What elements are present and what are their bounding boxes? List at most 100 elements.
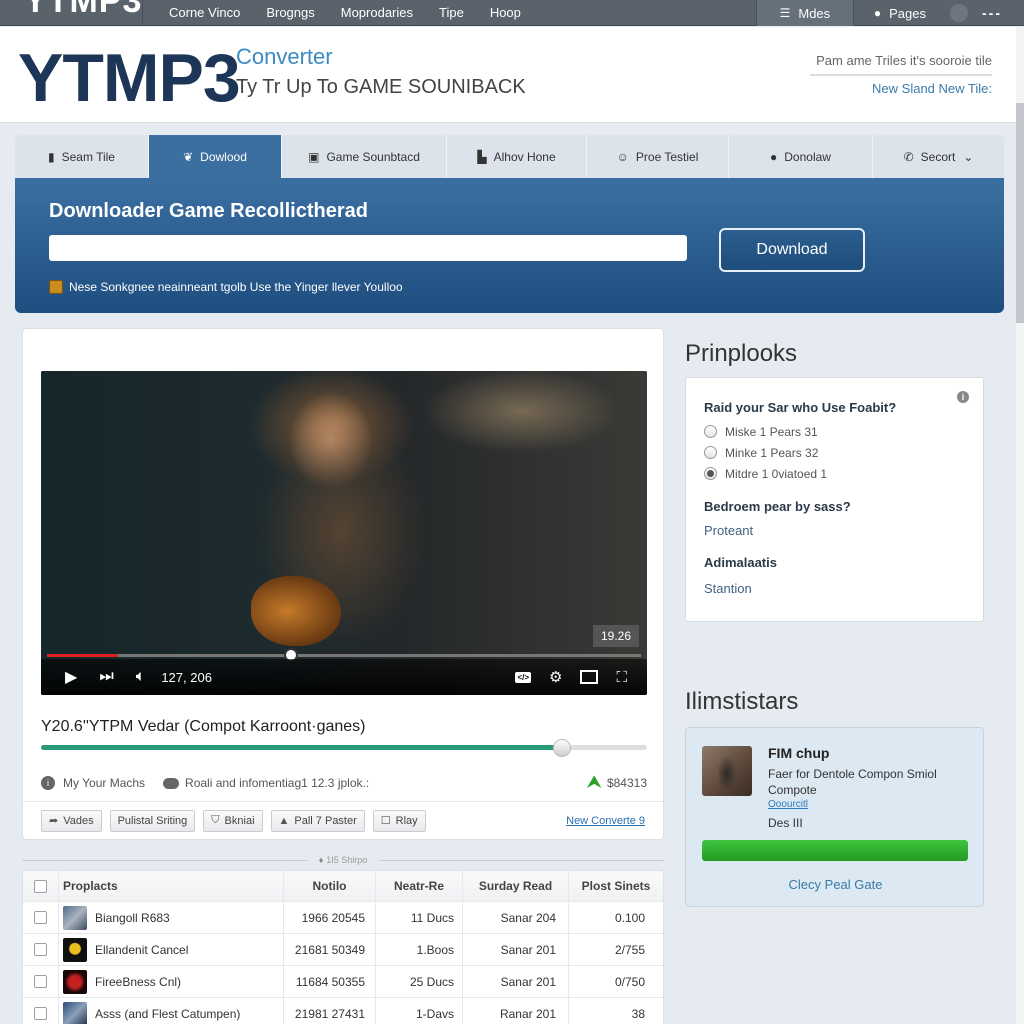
nav-link-4[interactable]: Tipe (439, 5, 464, 20)
video-player[interactable]: 19.26 ▶ ⏭ 🔈︎ 127, 206 </> ⚙ ⛶ (41, 371, 647, 695)
divider-line (379, 859, 664, 861)
play-icon[interactable]: ▶ (65, 667, 77, 687)
tab-secort[interactable]: ✆ Secort ⌄ (873, 135, 1004, 178)
column-header[interactable]: Surday Read (463, 871, 569, 901)
poll-radio[interactable] (704, 467, 717, 480)
table-row[interactable]: Ellandenit Cancel 21681 50349 1.Boos San… (23, 934, 663, 966)
poll-radio[interactable] (704, 425, 717, 438)
cell-neat: 11 Ducs (376, 902, 463, 933)
cell-read: Sanar 201 (463, 966, 569, 997)
vades-button[interactable]: ➦ Vades (41, 809, 102, 832)
tab-download[interactable]: ❦ Dowlood (149, 135, 282, 178)
pall-paster-button[interactable]: ▲ Pall 7 Paster (270, 809, 365, 832)
table-row[interactable]: Asss (and Flest Catumpen) 21981 27431 1-… (23, 998, 663, 1024)
nav-link-2[interactable]: Brogngs (266, 5, 314, 20)
cell-notilo: 1966 20545 (284, 902, 376, 933)
products-table: Proplacts Notilo Neatr-Re Surday Read Pl… (22, 870, 664, 1024)
header-link[interactable]: New Sland New Tile: (872, 81, 992, 96)
piggy-bank-icon (163, 777, 180, 789)
tab-game-soundtrack[interactable]: ▣ Game Sounbtacd (282, 135, 447, 178)
nav-logo[interactable]: YTMP3 (0, 0, 143, 26)
column-header[interactable]: Notilo (284, 871, 376, 901)
settings-gear-icon[interactable]: ⚙ (549, 668, 562, 686)
tab-proe-testiel[interactable]: ☺ Proe Testiel (587, 135, 729, 178)
promo-thumbnail[interactable] (702, 746, 752, 796)
tab-alhov-hone[interactable]: ▙ Alhov Hone (447, 135, 587, 178)
nav-pages-button[interactable]: ● Pages (854, 0, 946, 26)
poll-radio[interactable] (704, 446, 717, 459)
download-note-text: Nese Sonkgnee neainneant tgolb Use the Y… (69, 280, 403, 294)
fullscreen-icon[interactable]: ⛶ (616, 669, 627, 686)
promo-footer-link[interactable]: Clecy Peal Gate (686, 877, 985, 892)
globe-icon[interactable] (950, 4, 968, 22)
row-checkbox[interactable] (34, 943, 47, 956)
brand-logo[interactable]: YTMP3 (18, 39, 241, 117)
video-progress-bar[interactable] (47, 648, 641, 662)
download-button[interactable]: Download (719, 228, 865, 272)
meta-text: Roali and infomentiag1 12.3 jplok.: (185, 776, 370, 790)
comment-icon: ☐ (380, 815, 391, 827)
tab-donolaw[interactable]: ● Donolaw (729, 135, 873, 178)
cell-read: Sanar 201 (463, 934, 569, 965)
row-name: Asss (and Flest Catumpen) (95, 1006, 241, 1021)
cell-sinets: 38 (631, 1007, 645, 1021)
table-row[interactable]: FireeBness Cnl) 11684 50355 25 Ducs Sana… (23, 966, 663, 998)
cell-neat: 1-Davs (376, 998, 463, 1024)
column-header[interactable]: Neatr-Re (376, 871, 463, 901)
new-converts-link[interactable]: New Converte 9 (566, 815, 645, 827)
row-name: FireeBness Cnl) (95, 974, 182, 989)
poll-option[interactable]: Mitdre 1 0viatoed 1 (704, 463, 827, 484)
rlay-button[interactable]: ☐ Rlay (372, 809, 426, 832)
section-divider: ♦ 1I5 Shirpo (22, 855, 664, 865)
poll-option[interactable]: Miske 1 Pears 31 (704, 421, 827, 442)
bkniai-button[interactable]: ⛉ Bkniai (203, 809, 263, 832)
info-icon[interactable]: i (957, 391, 969, 403)
nav-link-5[interactable]: Hoop (490, 5, 521, 20)
promo-link[interactable]: Ooourcitl (768, 799, 808, 810)
trend-up-icon: ⮝ (587, 774, 601, 791)
tab-seam-tile[interactable]: ▮ Seam Tile (15, 135, 149, 178)
volume-icon[interactable]: 🔈︎ (136, 668, 146, 686)
column-header[interactable]: Proplacts (59, 871, 284, 901)
scrollbar-thumb[interactable] (1016, 103, 1024, 323)
cell-neat: 1.Boos (376, 934, 463, 965)
theater-mode-icon[interactable] (580, 670, 599, 684)
table-row[interactable]: Biangoll R683 1966 20545 11 Ducs Sanar 2… (23, 902, 663, 934)
tab-label: Dowlood (200, 149, 247, 164)
row-checkbox[interactable] (34, 911, 47, 924)
promo-progress-bar[interactable] (702, 840, 968, 861)
row-thumbnail (63, 969, 87, 994)
nav-link-3[interactable]: Moprodaries (341, 5, 413, 20)
video-frame-guitar (251, 576, 341, 646)
tab-label: Game Sounbtacd (326, 149, 420, 164)
url-input[interactable] (49, 235, 687, 261)
pulistal-button[interactable]: Pulistal Sriting (109, 809, 196, 832)
row-checkbox[interactable] (34, 1007, 47, 1020)
poll-answer-3[interactable]: Stantion (704, 581, 752, 596)
select-all-checkbox[interactable] (34, 879, 47, 893)
quality-slider[interactable] (41, 739, 647, 757)
nav-mdes-button[interactable]: ☰ Mdes (755, 0, 854, 26)
more-icon[interactable]: --- (982, 5, 1002, 21)
table-header: Proplacts Notilo Neatr-Re Surday Read Pl… (23, 871, 663, 902)
cell-sinets: 0/750 (614, 975, 645, 989)
nav-link-1[interactable]: Corne Vinco (169, 5, 240, 20)
poll-question-3: Adimalaatis (704, 555, 777, 570)
next-icon[interactable]: ⏭ (99, 668, 113, 686)
page-scrollbar[interactable] (1016, 27, 1024, 1024)
promo-title[interactable]: FIM chup (768, 745, 829, 761)
drop-icon: ♦ (318, 855, 324, 865)
video-duration-badge: 19.26 (592, 625, 639, 647)
poll-answer-2[interactable]: Proteant (704, 523, 753, 538)
column-header[interactable]: Plost Sinets (569, 871, 663, 901)
download-title: Downloader Game Recollictherad (49, 200, 368, 222)
slider-thumb[interactable] (553, 739, 572, 757)
row-checkbox[interactable] (34, 975, 47, 988)
tab-label: Proe Testiel (635, 149, 699, 164)
subtitles-icon[interactable]: </> (515, 671, 532, 683)
header-info-text: Pam ame Triles it's sooroie tile (810, 53, 992, 76)
promo-description-2: Compote (768, 783, 817, 797)
poll-option[interactable]: Minke 1 Pears 32 (704, 442, 827, 463)
video-title: Y20.6''YTPM Vedar (Compot Karroont·ganes… (41, 718, 366, 735)
poll-option-label: Miske 1 Pears 31 (725, 424, 818, 439)
